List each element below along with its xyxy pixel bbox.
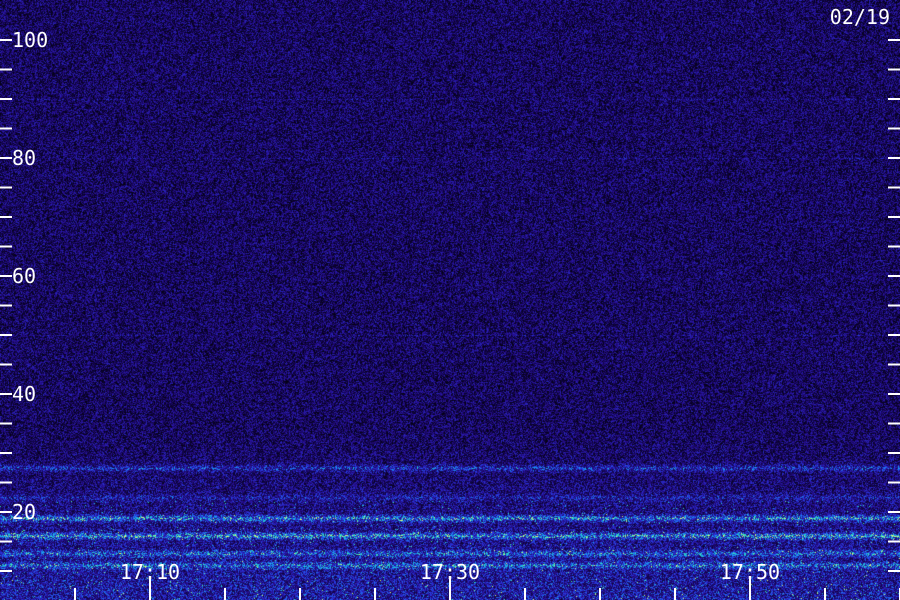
x-tick-label: 17:10 <box>120 560 180 584</box>
x-axis-labels: 17:10 17:30 17:50 <box>120 560 780 584</box>
axes-overlay: 20 40 60 80 100 17:10 17:30 17:50 02/19 <box>0 5 900 600</box>
y-axis-ticks <box>0 39 900 572</box>
y-tick-label: 100 <box>12 28 48 52</box>
y-axis-labels: 20 40 60 80 100 <box>12 28 48 524</box>
date-label: 02/19 <box>830 5 890 29</box>
y-tick-label: 60 <box>12 264 36 288</box>
y-tick-label: 80 <box>12 146 36 170</box>
x-tick-label: 17:30 <box>420 560 480 584</box>
y-tick-label: 40 <box>12 382 36 406</box>
y-tick-label: 20 <box>12 500 36 524</box>
x-tick-label: 17:50 <box>720 560 780 584</box>
